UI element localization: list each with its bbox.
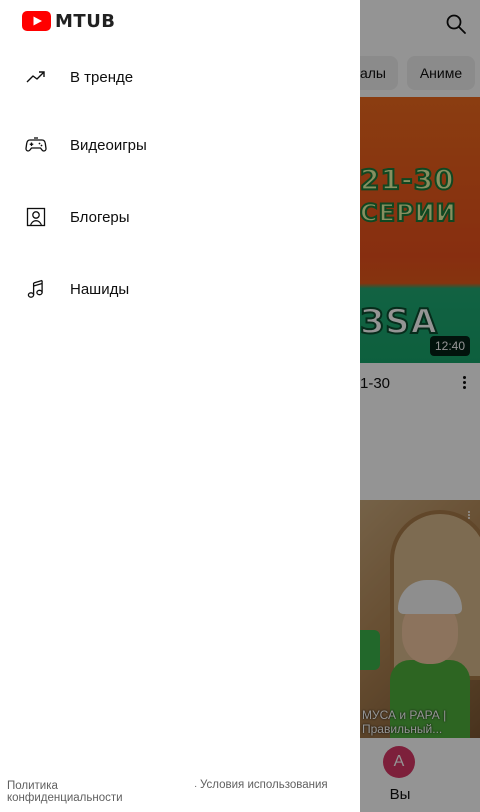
gamepad-icon [25, 137, 47, 152]
drawer-item-bloggers[interactable]: Блогеры [0, 193, 360, 241]
play-logo-icon [22, 11, 51, 31]
footer-separator: · [194, 781, 198, 792]
drawer-item-trending[interactable]: В тренде [0, 53, 360, 101]
drawer-item-label: Блогеры [70, 208, 130, 226]
drawer-item-label: В тренде [70, 68, 134, 86]
drawer-item-gaming[interactable]: Видеоигры [0, 121, 360, 169]
music-note-icon [27, 279, 43, 298]
person-icon [26, 207, 46, 227]
drawer-item-nasheeds[interactable]: Нашиды [0, 265, 360, 313]
brand-logo[interactable]: MTUB [22, 9, 116, 33]
brand-name: MTUB [55, 10, 116, 32]
terms-of-use-link[interactable]: Условия использования [200, 779, 350, 791]
privacy-policy-link[interactable]: Политика конфиденциальности [7, 780, 157, 804]
navigation-drawer: MTUB В тренде Видеоигры Блогеры Нашиды П… [0, 0, 360, 812]
drawer-item-label: Нашиды [70, 280, 130, 298]
drawer-item-label: Видеоигры [70, 136, 147, 154]
trending-icon [26, 71, 45, 83]
